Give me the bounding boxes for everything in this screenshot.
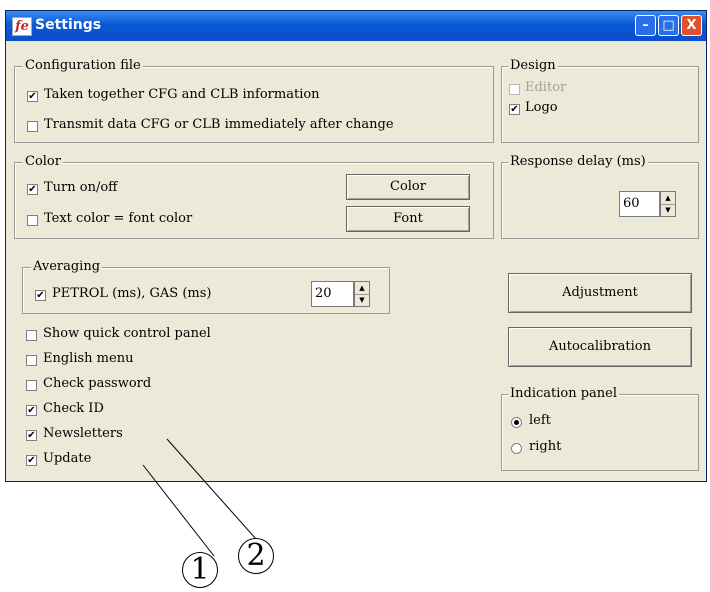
leader-line-1 xyxy=(142,464,215,557)
leader-line-2 xyxy=(166,438,265,549)
callout-leader-lines xyxy=(142,438,265,557)
callout-2: 2 xyxy=(238,538,274,574)
callout-1: 1 xyxy=(182,552,218,588)
